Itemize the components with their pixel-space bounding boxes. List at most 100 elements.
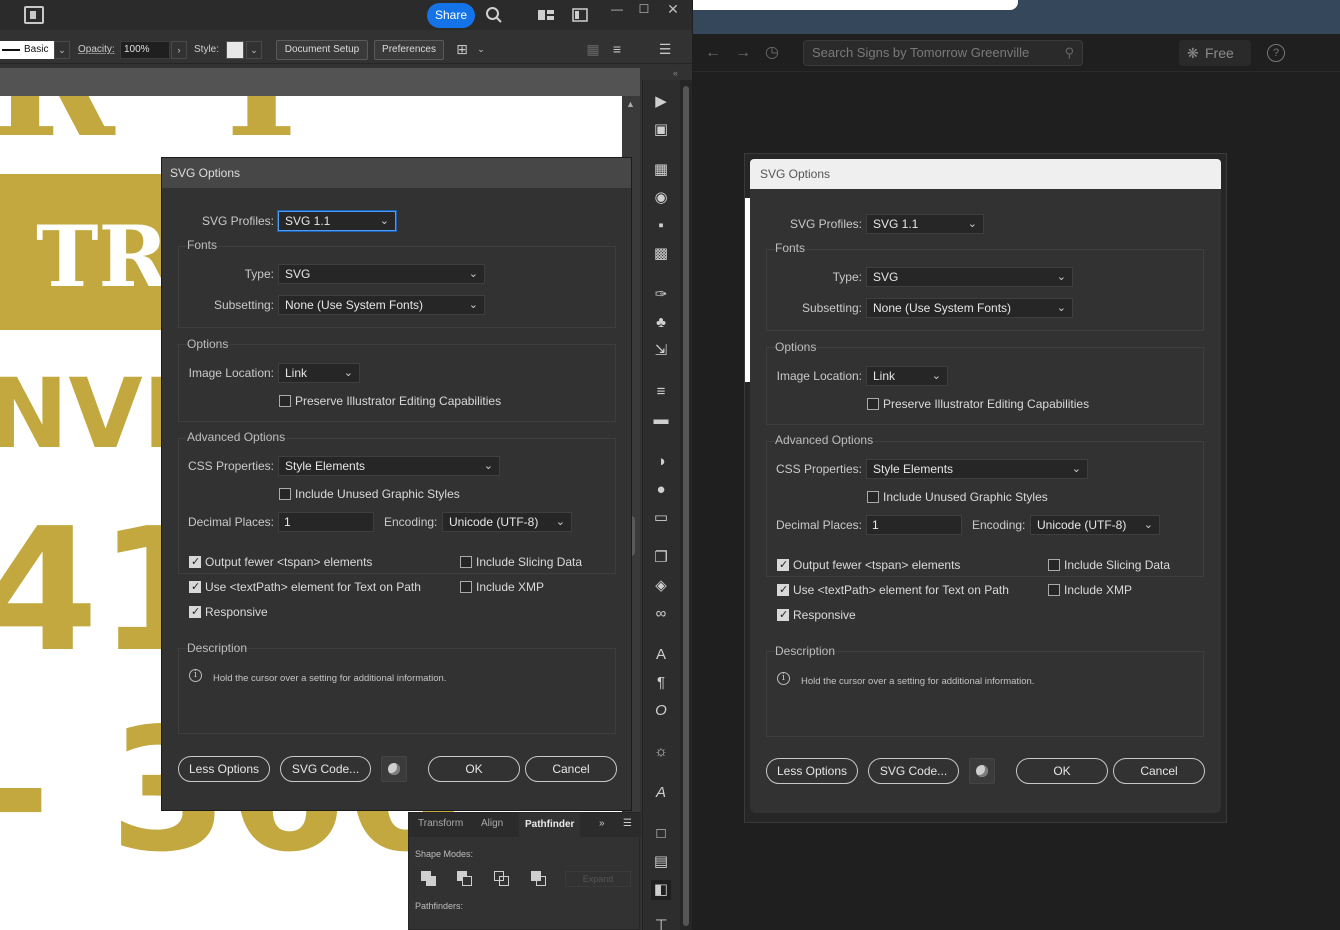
history-icon[interactable]: ◷ — [765, 44, 779, 62]
cancel-button[interactable]: Cancel — [1113, 758, 1205, 784]
search-icon[interactable] — [485, 6, 503, 24]
transform-icon[interactable]: ≡ — [608, 40, 626, 58]
play-icon[interactable]: ▶ — [651, 92, 671, 112]
transform-panel-icon[interactable]: □ — [651, 824, 671, 844]
close-icon[interactable]: ✕ — [660, 0, 686, 20]
links-icon[interactable]: ∞ — [651, 604, 671, 624]
select-similar-icon[interactable]: ⊞ — [453, 40, 471, 58]
cc-libraries-icon[interactable]: ▩ — [651, 244, 671, 264]
artboards-panel-icon[interactable]: ❐ — [651, 548, 671, 568]
browser-active-tab[interactable] — [693, 0, 1018, 10]
stroke-icon[interactable]: ≡ — [651, 382, 671, 402]
less-options-button[interactable]: Less Options — [766, 758, 858, 784]
opacity-expand-icon[interactable]: › — [171, 41, 187, 59]
more-panels-icon[interactable]: ⊤ — [651, 916, 671, 930]
panel-options-icon[interactable]: ☰ — [623, 818, 632, 829]
minus-front-icon[interactable] — [457, 871, 473, 887]
layers-icon[interactable]: ◈ — [651, 576, 671, 596]
forward-icon[interactable]: → — [735, 44, 751, 62]
decimal-places-input[interactable]: 1 — [866, 515, 962, 535]
unite-icon[interactable] — [421, 871, 437, 887]
tspan-checkbox[interactable] — [777, 558, 789, 571]
preserve-editing-checkbox[interactable] — [867, 398, 879, 410]
swatches-icon[interactable]: ▦ — [651, 160, 671, 180]
tab-transform[interactable]: Transform — [418, 818, 463, 829]
encoding-select[interactable]: Unicode (UTF-8) ⌄ — [442, 512, 572, 532]
tab-pathfinder[interactable]: Pathfinder — [519, 813, 581, 837]
panel-expand-icon[interactable]: » — [599, 818, 605, 829]
subsetting-select[interactable]: None (Use System Fonts) ⌄ — [866, 298, 1073, 318]
tab-align[interactable]: Align — [481, 818, 503, 829]
preferences-button[interactable]: Preferences — [374, 40, 444, 60]
libraries-icon[interactable]: ▪ — [651, 216, 671, 236]
maximize-icon[interactable]: ☐ — [631, 0, 657, 20]
intersect-icon[interactable] — [494, 871, 510, 887]
decimal-places-input[interactable]: 1 — [278, 512, 374, 532]
asset-export-icon[interactable]: ⇲ — [651, 341, 671, 361]
encoding-select[interactable]: Unicode (UTF-8) ⌄ — [1030, 515, 1160, 535]
collapse-panels-icon[interactable]: « — [673, 68, 678, 78]
xmp-checkbox[interactable] — [460, 581, 472, 593]
unused-styles-checkbox[interactable] — [279, 488, 291, 500]
less-options-button[interactable]: Less Options — [178, 756, 270, 782]
responsive-checkbox[interactable] — [777, 608, 789, 621]
graphic-styles-icon[interactable]: ● — [651, 480, 671, 500]
brushes-icon[interactable]: ✑ — [651, 285, 671, 305]
font-type-select[interactable]: SVG ⌄ — [278, 264, 485, 284]
panel-menu-icon[interactable]: ☰ — [656, 40, 674, 58]
svg-code-button[interactable]: SVG Code... — [868, 758, 959, 784]
dock-scroll-thumb[interactable] — [683, 86, 689, 926]
opentype-icon[interactable]: O — [651, 701, 671, 721]
graphic-style-swatch[interactable] — [226, 41, 244, 59]
subsetting-select[interactable]: None (Use System Fonts) ⌄ — [278, 295, 485, 315]
svg-profiles-select[interactable]: SVG 1.1 ⌄ — [866, 214, 984, 234]
minimize-icon[interactable]: — — [604, 0, 630, 20]
ok-button[interactable]: OK — [1016, 758, 1108, 784]
appearance-icon[interactable]: ◑ — [651, 452, 671, 472]
font-type-select[interactable]: SVG ⌄ — [866, 267, 1073, 287]
ok-button[interactable]: OK — [428, 756, 520, 782]
web-preview-icon[interactable] — [381, 756, 407, 782]
image-location-select[interactable]: Link ⌄ — [278, 363, 360, 383]
opacity-input[interactable]: 100% — [120, 41, 170, 59]
select-similar-dropdown-icon[interactable]: ⌄ — [472, 40, 490, 58]
workspace-icon[interactable] — [571, 6, 589, 24]
artboards-icon[interactable]: ▣ — [651, 120, 671, 140]
document-setup-button[interactable]: Document Setup — [276, 40, 368, 60]
help-icon[interactable]: ? — [1267, 44, 1285, 62]
home-icon[interactable] — [24, 6, 44, 24]
responsive-checkbox[interactable] — [189, 605, 201, 618]
tspan-checkbox[interactable] — [189, 555, 201, 568]
pathfinder-panel-icon[interactable]: ◧ — [651, 880, 671, 900]
align-grid-icon[interactable]: ▦ — [584, 40, 602, 58]
textpath-checkbox[interactable] — [189, 580, 201, 593]
image-location-select[interactable]: Link ⌄ — [866, 366, 948, 386]
gradient-icon[interactable]: ▬ — [651, 410, 671, 430]
preserve-editing-checkbox[interactable] — [279, 395, 291, 407]
glyphs-icon[interactable]: ☼ — [651, 742, 671, 762]
xmp-checkbox[interactable] — [1048, 584, 1060, 596]
css-properties-select[interactable]: Style Elements ⌄ — [866, 459, 1088, 479]
stroke-style-dropdown[interactable]: ⌄ — [54, 41, 70, 59]
back-icon[interactable]: ← — [705, 44, 721, 62]
exclude-icon[interactable] — [531, 871, 547, 887]
unused-styles-checkbox[interactable] — [867, 491, 879, 503]
css-properties-select[interactable]: Style Elements ⌄ — [278, 456, 500, 476]
character-icon[interactable]: A — [651, 645, 671, 665]
free-plan-button[interactable]: ❋ Free — [1179, 40, 1251, 66]
graphic-style-dropdown[interactable]: ⌄ — [246, 41, 262, 59]
svg-code-button[interactable]: SVG Code... — [280, 756, 371, 782]
svg-profiles-select[interactable]: SVG 1.1 ⌄ — [278, 211, 396, 231]
character-styles-icon[interactable]: A — [651, 783, 671, 803]
workspace-search-input[interactable]: Search Signs by Tomorrow Greenville ⚲ — [803, 40, 1083, 66]
stroke-style-select[interactable]: Basic — [0, 41, 54, 59]
align-panel-icon[interactable]: ▤ — [651, 852, 671, 872]
paragraph-icon[interactable]: ¶ — [651, 673, 671, 693]
slicing-checkbox[interactable] — [460, 556, 472, 568]
share-button[interactable]: Share — [427, 3, 475, 28]
image-trace-icon[interactable]: ▭ — [651, 508, 671, 528]
web-preview-icon[interactable] — [969, 758, 995, 784]
symbols-icon[interactable]: ♣ — [651, 313, 671, 333]
arrange-documents-icon[interactable] — [537, 6, 555, 24]
color-palette-icon[interactable]: ◉ — [651, 188, 671, 208]
